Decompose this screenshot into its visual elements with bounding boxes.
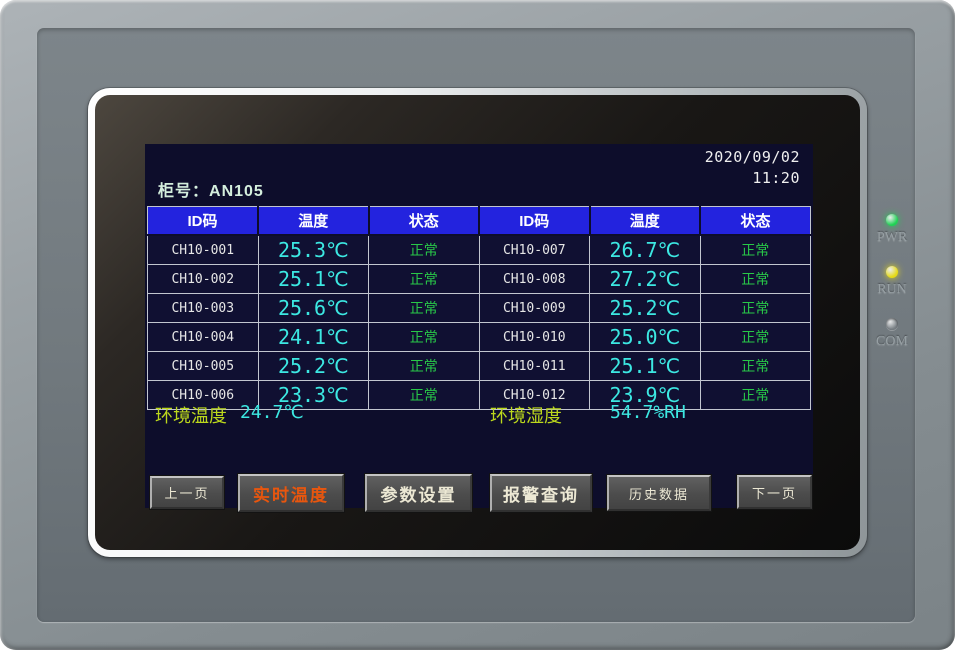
- time-display: 11:20: [705, 168, 800, 189]
- env-temperature-label: 环境温度: [155, 402, 227, 428]
- temperature-cell: 25.1℃: [258, 265, 369, 294]
- lcd-screen: 2020/09/02 11:20 柜号：AN105 ID码温度状态ID码温度状态…: [145, 144, 813, 508]
- channel-id-cell: CH10-001: [148, 235, 259, 265]
- temperature-cell: 27.2℃: [590, 265, 701, 294]
- column-header: ID码: [479, 207, 590, 236]
- status-cell: 正常: [369, 235, 480, 265]
- environment-row: 环境温度 24.7℃ 环境湿度 54.7%RH: [155, 402, 810, 426]
- history-data-button[interactable]: 历史数据: [607, 475, 711, 511]
- table-row: CH10-00424.1℃正常CH10-01025.0℃正常: [148, 323, 811, 352]
- status-cell: 正常: [369, 352, 480, 381]
- temperature-cell: 24.1℃: [258, 323, 369, 352]
- temperature-cell: 25.3℃: [258, 235, 369, 265]
- temperature-cell: 26.7℃: [590, 235, 701, 265]
- datetime-display: 2020/09/02 11:20: [705, 147, 800, 189]
- channel-id-cell: CH10-003: [148, 294, 259, 323]
- status-cell: 正常: [369, 294, 480, 323]
- pwr-led: [886, 214, 898, 226]
- com-led-label: COM: [866, 334, 918, 350]
- temperature-cell: 25.2℃: [590, 294, 701, 323]
- run-led: [886, 266, 898, 278]
- table-row: CH10-00525.2℃正常CH10-01125.1℃正常: [148, 352, 811, 381]
- channel-id-cell: CH10-007: [479, 235, 590, 265]
- channel-id-cell: CH10-004: [148, 323, 259, 352]
- temperature-cell: 25.6℃: [258, 294, 369, 323]
- table-header-row: ID码温度状态ID码温度状态: [148, 207, 811, 236]
- channel-id-cell: CH10-011: [479, 352, 590, 381]
- temperature-cell: 25.0℃: [590, 323, 701, 352]
- hmi-device: 2020/09/02 11:20 柜号：AN105 ID码温度状态ID码温度状态…: [0, 0, 955, 650]
- table-row: CH10-00225.1℃正常CH10-00827.2℃正常: [148, 265, 811, 294]
- realtime-temp-button[interactable]: 实时温度: [238, 474, 344, 512]
- com-led-group: COM: [866, 318, 918, 350]
- env-temperature-value: 24.7℃: [240, 402, 304, 423]
- param-settings-button[interactable]: 参数设置: [365, 474, 472, 512]
- status-cell: 正常: [700, 265, 811, 294]
- com-led: [886, 318, 898, 330]
- channel-id-cell: CH10-009: [479, 294, 590, 323]
- status-cell: 正常: [369, 265, 480, 294]
- table-row: CH10-00125.3℃正常CH10-00726.7℃正常: [148, 235, 811, 265]
- column-header: 状态: [700, 207, 811, 236]
- temperature-cell: 25.1℃: [590, 352, 701, 381]
- status-cell: 正常: [700, 294, 811, 323]
- cabinet-label: 柜号：AN105: [158, 177, 264, 201]
- channel-id-cell: CH10-005: [148, 352, 259, 381]
- date-display: 2020/09/02: [705, 147, 800, 168]
- next-page-button[interactable]: 下一页: [737, 475, 812, 509]
- channel-table: ID码温度状态ID码温度状态 CH10-00125.3℃正常CH10-00726…: [147, 206, 811, 410]
- column-header: 温度: [590, 207, 701, 236]
- channel-id-cell: CH10-002: [148, 265, 259, 294]
- table-row: CH10-00325.6℃正常CH10-00925.2℃正常: [148, 294, 811, 323]
- column-header: 温度: [258, 207, 369, 236]
- channel-id-cell: CH10-008: [479, 265, 590, 294]
- run-led-group: RUN: [866, 266, 918, 298]
- status-cell: 正常: [700, 323, 811, 352]
- pwr-led-group: PWR: [866, 214, 918, 246]
- prev-page-button[interactable]: 上一页: [150, 476, 224, 509]
- status-cell: 正常: [369, 323, 480, 352]
- temperature-cell: 25.2℃: [258, 352, 369, 381]
- pwr-led-label: PWR: [866, 230, 918, 246]
- status-cell: 正常: [700, 352, 811, 381]
- env-humidity-value: 54.7%RH: [610, 402, 686, 423]
- alarm-query-button[interactable]: 报警查询: [490, 474, 592, 512]
- cabinet-label-text: 柜号：: [158, 183, 209, 200]
- env-humidity-label: 环境湿度: [490, 402, 562, 428]
- cabinet-id: AN105: [209, 183, 264, 200]
- channel-id-cell: CH10-010: [479, 323, 590, 352]
- column-header: 状态: [369, 207, 480, 236]
- status-cell: 正常: [700, 235, 811, 265]
- run-led-label: RUN: [866, 282, 918, 298]
- column-header: ID码: [148, 207, 259, 236]
